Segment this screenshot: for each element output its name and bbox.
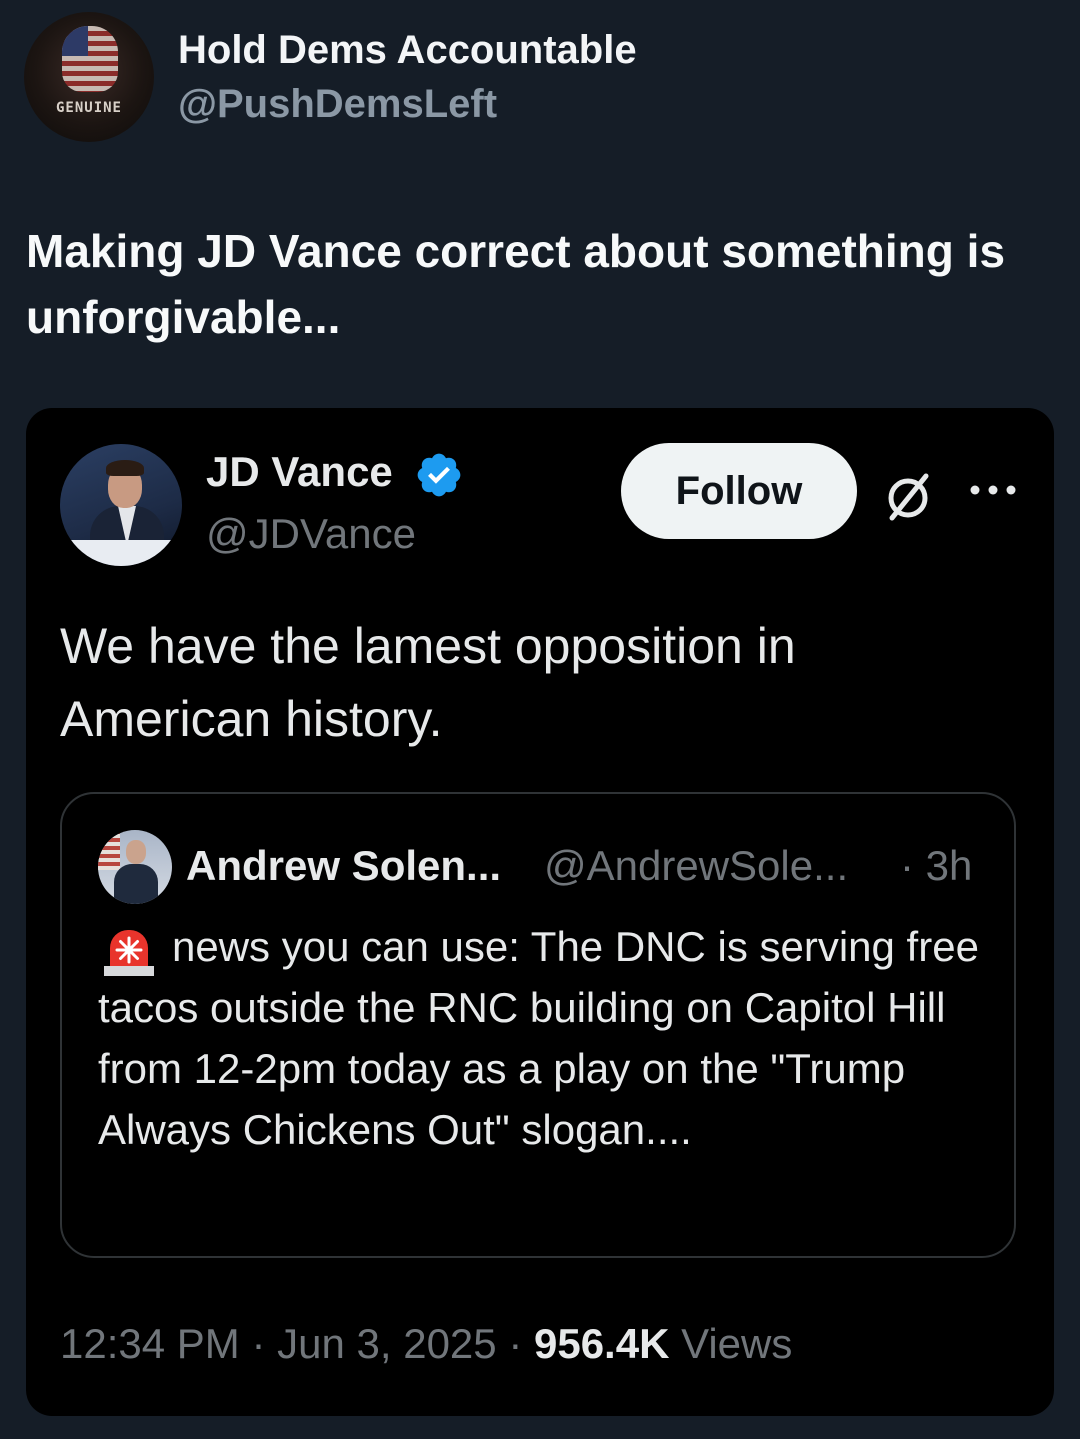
post-timestamp-row: 12:34 PM · Jun 3, 2025 · 956.4K Views <box>60 1320 792 1368</box>
jd-vance-avatar[interactable] <box>60 444 182 566</box>
jd-vance-handle[interactable]: @JDVance <box>206 510 416 558</box>
andrew-solender-avatar[interactable] <box>98 830 172 904</box>
quoted-author-name[interactable]: Andrew Solen... <box>186 842 501 890</box>
jd-vance-post-text: We have the lamest opposition in America… <box>60 618 796 747</box>
verified-badge-icon <box>417 453 461 497</box>
outer-author-name[interactable]: Hold Dems Accountable <box>178 28 637 73</box>
views-count[interactable]: 956.4K <box>534 1320 669 1367</box>
jd-vance-name[interactable]: JD Vance <box>206 448 393 496</box>
quoted-post-time[interactable]: · 3h <box>900 842 972 890</box>
avatar-flag-graphic <box>62 26 118 92</box>
outer-post-text: Making JD Vance correct about something … <box>26 225 1006 343</box>
quoted-post-text: news you can use: The DNC is serving fre… <box>98 923 979 1153</box>
post-time[interactable]: 12:34 PM <box>60 1320 240 1367</box>
screenshot-page: GENUINE Hold Dems Accountable @PushDemsL… <box>0 0 1080 1439</box>
quoted-author-handle[interactable]: @AndrewSole... <box>544 842 848 890</box>
outer-author-handle[interactable]: @PushDemsLeft <box>178 82 497 127</box>
more-options-icon[interactable] <box>966 478 1020 502</box>
grok-icon[interactable] <box>880 468 936 524</box>
embedded-tweet-card[interactable]: JD Vance @JDVance Follow We have the lam… <box>26 408 1054 1416</box>
avatar-banner-text: GENUINE <box>55 100 122 116</box>
views-label: Views <box>681 1320 793 1367</box>
separator-dot: · <box>508 1320 523 1367</box>
follow-button[interactable]: Follow <box>621 443 857 539</box>
outer-author-avatar[interactable]: GENUINE <box>24 12 154 142</box>
post-date[interactable]: Jun 3, 2025 <box>277 1320 497 1367</box>
quoted-tweet[interactable]: Andrew Solen... @AndrewSole... · 3h news… <box>60 792 1016 1258</box>
separator-dot: · <box>251 1320 266 1367</box>
